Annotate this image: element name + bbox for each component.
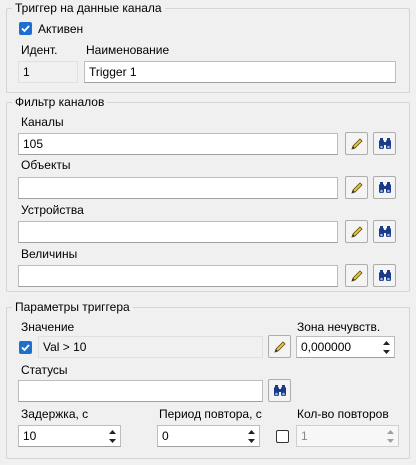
channels-search-button[interactable] [373,132,396,155]
statuses-search-button[interactable] [268,379,291,402]
chevron-down-icon[interactable] [380,347,393,356]
active-label: Активен [38,22,84,36]
devices-search-button[interactable] [373,220,396,243]
objects-edit-button[interactable] [345,176,368,199]
value-label: Значение [21,320,75,334]
repeat-checkbox[interactable] [276,430,289,443]
quantities-search-button[interactable] [373,264,396,287]
checkmark-icon [21,344,30,352]
chevron-down-icon[interactable] [245,436,258,445]
filter-group-title: Фильтр каналов [12,95,108,109]
pencil-icon [350,181,363,194]
name-label: Наименование [86,43,170,57]
binoculars-icon [378,137,391,149]
repeat-count-value: 1 [301,429,308,443]
repeat-count-label: Кол-во повторов [297,407,389,421]
chevron-up-icon[interactable] [380,338,393,347]
objects-field[interactable] [18,177,338,199]
chevron-up-icon[interactable] [106,427,119,436]
binoculars-icon [378,225,391,237]
trigger-group-title: Триггер на данные канала [12,1,165,15]
chevron-up-icon[interactable] [245,427,258,436]
statuses-field[interactable] [18,380,263,402]
deadband-label: Зона нечувств. [297,320,381,334]
chevron-up-icon [384,427,397,436]
deadband-spinner[interactable] [380,338,393,356]
channels-field[interactable]: 105 [18,133,338,155]
name-field[interactable]: Trigger 1 [84,61,396,83]
devices-label: Устройства [21,203,84,217]
statuses-label: Статусы [21,363,68,377]
quantities-field[interactable] [18,265,338,287]
value-edit-button[interactable] [268,335,291,358]
channels-edit-button[interactable] [345,132,368,155]
delay-spinbox[interactable]: 10 [18,425,121,447]
deadband-value: 0,000000 [301,340,352,354]
binoculars-icon [378,269,391,281]
quantities-edit-button[interactable] [345,264,368,287]
repeat-count-spinner [384,427,397,445]
period-spinner[interactable] [245,427,258,445]
pencil-icon [273,340,286,353]
value-checkbox[interactable] [19,341,32,354]
id-field: 1 [18,61,78,83]
delay-label: Задержка, с [21,407,89,421]
id-label: Идент. [21,43,58,57]
quantities-label: Величины [21,247,78,261]
deadband-spinbox[interactable]: 0,000000 [296,336,395,358]
devices-edit-button[interactable] [345,220,368,243]
period-value: 0 [162,429,169,443]
repeat-count-spinbox: 1 [296,425,399,447]
period-label: Период повтора, с [159,407,262,421]
devices-field[interactable] [18,221,338,243]
binoculars-icon [273,384,286,396]
checkmark-icon [21,25,30,33]
pencil-icon [350,137,363,150]
period-spinbox[interactable]: 0 [157,425,260,447]
delay-spinner[interactable] [106,427,119,445]
delay-value: 10 [23,429,37,443]
value-expression-field: Val > 10 [38,336,263,358]
chevron-down-icon [384,436,397,445]
channels-label: Каналы [21,115,64,129]
chevron-down-icon[interactable] [106,436,119,445]
objects-label: Объекты [21,158,71,172]
active-checkbox[interactable] [19,22,32,35]
params-group-title: Параметры триггера [12,300,133,314]
objects-search-button[interactable] [373,176,396,199]
pencil-icon [350,225,363,238]
pencil-icon [350,269,363,282]
binoculars-icon [378,181,391,193]
